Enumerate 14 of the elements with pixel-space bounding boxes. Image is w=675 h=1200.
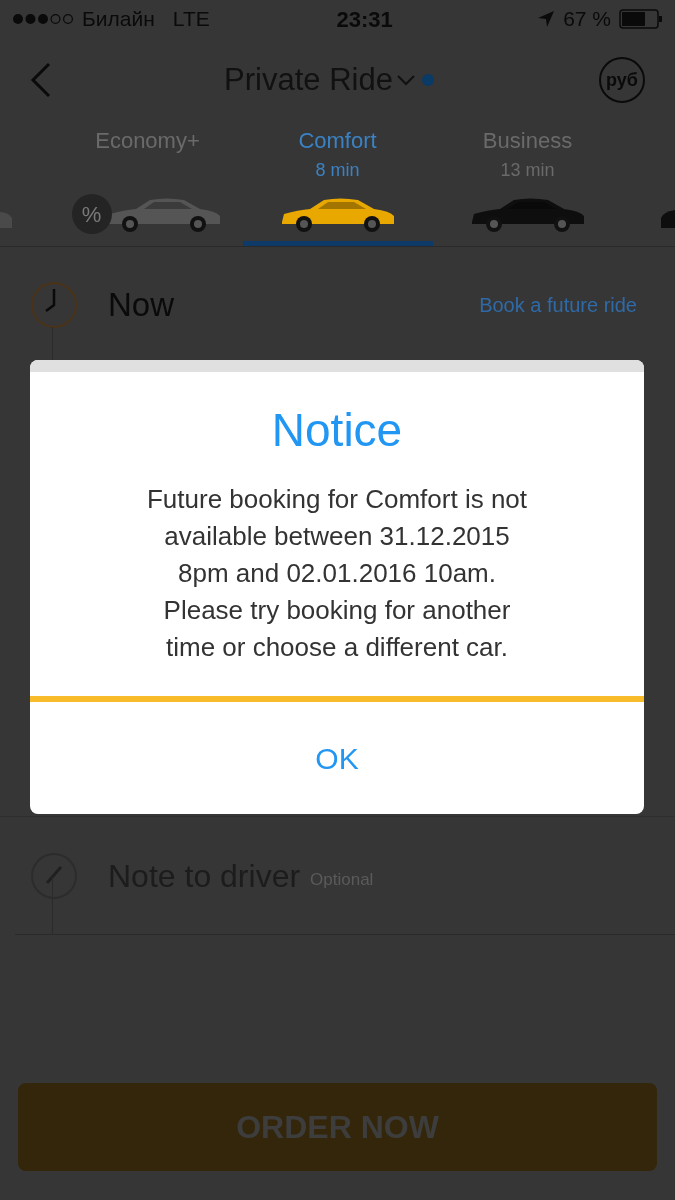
signal-icon: [12, 13, 74, 25]
clock-icon: [30, 280, 78, 329]
book-future-ride-link[interactable]: Book a future ride: [479, 289, 637, 320]
car-class-tab[interactable]: Comfort 8 min: [242, 122, 433, 246]
battery-icon: [619, 9, 663, 29]
discount-badge: %: [71, 194, 112, 234]
status-dot-icon: [420, 73, 435, 87]
eta-label: 8 min: [315, 159, 360, 182]
back-icon: [30, 62, 52, 98]
location-arrow-icon: [537, 10, 556, 28]
dialog-message: Future booking for Comfort is not available between 31.12.2015 8pm and 02.01.2016 10am. Please try booking for another time or choose a different car.: [145, 483, 529, 664]
ok-button[interactable]: OK: [30, 702, 644, 814]
dialog-title: Notice: [271, 407, 403, 453]
chevron-down-icon: [396, 74, 415, 86]
